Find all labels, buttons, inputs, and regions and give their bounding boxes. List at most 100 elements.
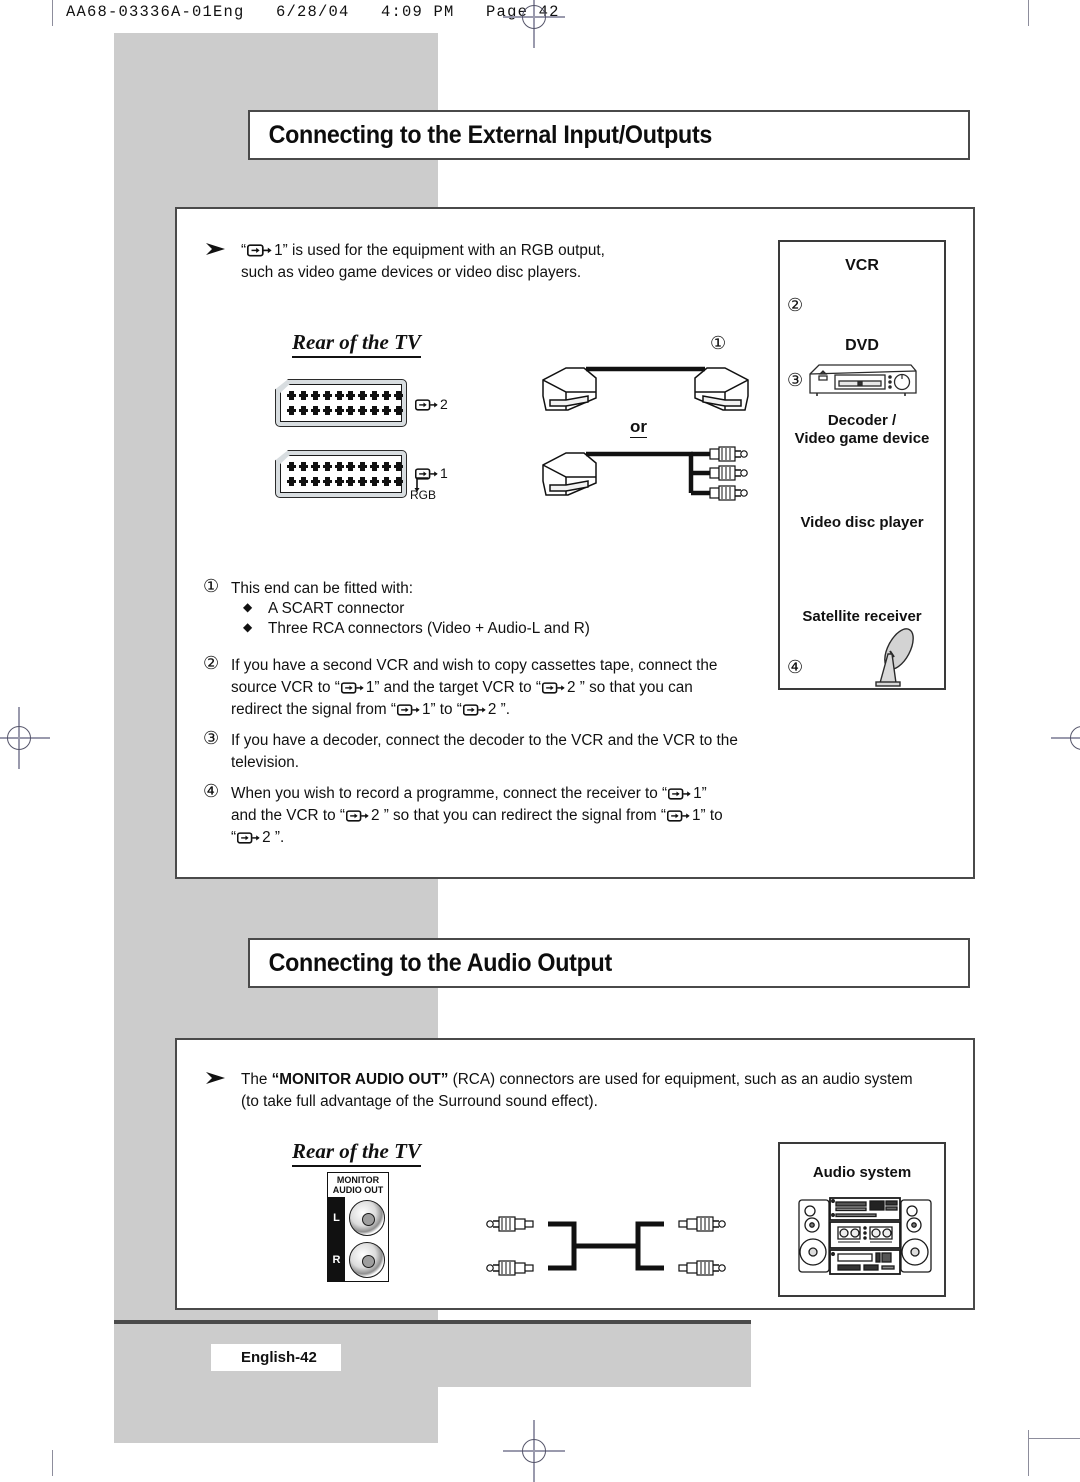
scart-pin xyxy=(287,406,296,415)
scart-pin xyxy=(370,477,380,486)
rear-of-tv-label-audio: Rear of the TV xyxy=(292,1139,421,1167)
registration-mark-bottom xyxy=(503,1420,565,1482)
bullet-arrow-icon-external xyxy=(205,241,227,261)
monitor-audio-out-panel: MONITOR AUDIO OUT L R xyxy=(327,1172,389,1282)
scart-pin xyxy=(370,391,380,400)
device-label-video-disc-player: Video disc player xyxy=(800,514,924,531)
section-title-audio-output: Connecting to the Audio Output xyxy=(248,938,970,988)
intro-line1-rest: 1” is used for the equipment with an RGB… xyxy=(274,242,605,259)
note-4-line-2-text-c: 1” to xyxy=(691,807,723,824)
rear-of-tv-label-external: Rear of the TV xyxy=(292,330,421,358)
scart-pin xyxy=(358,406,368,415)
scart-pin xyxy=(322,406,332,415)
scart-pin xyxy=(382,391,391,400)
monitor-audio-out-title: MONITOR AUDIO OUT xyxy=(328,1175,388,1195)
note-4-line-2-text: and the VCR to “ xyxy=(231,807,345,824)
dvd-player-icon xyxy=(809,364,917,396)
audio-intro-line2: (to take full advantage of the Surround … xyxy=(241,1093,598,1110)
scart-pin xyxy=(334,462,344,471)
device-marker-dvd: ③ xyxy=(787,370,804,390)
device-label-decoder: Decoder / xyxy=(827,412,897,429)
scart-pin xyxy=(358,462,368,471)
av-input-icon xyxy=(340,679,365,701)
scart-pin xyxy=(334,391,344,400)
rca-audio-cable-diagram xyxy=(486,1216,726,1276)
note-4-line-2-text-b: 2 ” so that you can redirect the signal … xyxy=(370,807,666,824)
sub-bullet-diamond-icon-2: ◆ xyxy=(243,620,253,634)
rgb-label: RGB xyxy=(410,488,437,502)
scart-pin xyxy=(334,406,344,415)
scart-label-number: 2 xyxy=(440,396,448,412)
device-marker-vcr: ② xyxy=(787,295,804,315)
note-1-sub-bullet-1: A SCART connector xyxy=(268,600,405,617)
reg-circle xyxy=(7,726,31,750)
note-2-line-2: source VCR to “ 1” and the target VCR to … xyxy=(231,677,693,701)
crop-line-top-left xyxy=(52,0,54,26)
note-2-line-3-text: redirect the signal from “ xyxy=(231,701,396,718)
intro-line2-external: such as video game devices or video disc… xyxy=(241,264,582,281)
note-3-line-1: If you have a decoder, connect the decod… xyxy=(231,732,738,749)
bullet-arrow-icon-audio xyxy=(205,1070,227,1090)
device-list-box-audio: Audio system xyxy=(778,1142,946,1297)
note-marker-2: ② xyxy=(203,653,220,673)
scart-socket-av2 xyxy=(275,379,407,427)
scart-pin xyxy=(358,477,368,486)
scart-pin xyxy=(370,406,380,415)
sub-bullet-diamond-icon-1: ◆ xyxy=(243,600,253,614)
section-title-external-io: Connecting to the External Input/Outputs xyxy=(248,110,970,160)
av-input-icon xyxy=(247,242,273,264)
scart-pin xyxy=(393,477,403,486)
scart-socket-av1 xyxy=(275,450,407,498)
note-marker-4: ④ xyxy=(203,781,220,801)
scart-pin xyxy=(346,477,356,486)
scart-label-number: 1 xyxy=(440,465,448,481)
intro-line1-external: “ 1” is used for the equipment with an R… xyxy=(241,240,605,264)
scart-socket-cavity xyxy=(280,384,402,422)
scart-pin xyxy=(393,391,403,400)
note-marker-3: ③ xyxy=(203,728,220,748)
scart-to-scart-cable-diagram xyxy=(542,366,749,411)
scart-pin xyxy=(310,406,320,415)
registration-mark-top xyxy=(503,0,565,48)
intro-quote-open: “ xyxy=(241,242,247,259)
scart-pin-row-bottom xyxy=(287,406,403,415)
scart-pin xyxy=(298,477,308,486)
section-title-text: Connecting to the Audio Output xyxy=(268,948,613,977)
page-number-label: English-42 xyxy=(211,1344,341,1371)
scart-pin xyxy=(287,477,296,486)
scart-pin xyxy=(334,477,344,486)
note-4-line-3: “ 2 ”. xyxy=(231,827,284,851)
scart-label-av2: 2 xyxy=(414,393,448,418)
scart-pin xyxy=(393,462,403,471)
callout-marker-one: ① xyxy=(710,333,727,353)
note-marker-1: ① xyxy=(203,576,220,596)
reg-circle xyxy=(522,1439,546,1463)
registration-mark-left xyxy=(0,707,50,769)
device-label-video-game-device: Video game device xyxy=(794,430,930,447)
av-input-icon xyxy=(462,701,487,723)
scart-pin xyxy=(287,462,296,471)
scart-pin xyxy=(298,391,308,400)
device-label-satellite-receiver: Satellite receiver xyxy=(802,608,922,625)
note-1-line-1: This end can be fitted with: xyxy=(231,580,413,597)
note-4-line-1-text-b: 1” xyxy=(693,785,707,802)
scart-pin xyxy=(370,462,380,471)
device-label-dvd: DVD xyxy=(845,337,879,354)
av-input-icon xyxy=(237,829,261,851)
reg-circle xyxy=(522,5,546,29)
or-separator-label: or xyxy=(630,417,647,438)
rca-jack-left xyxy=(349,1200,385,1236)
scart-pin xyxy=(393,406,403,415)
panel-title-line-2: AUDIO OUT xyxy=(332,1185,384,1195)
note-2-line-3-text-b: 1” to “ xyxy=(421,701,462,718)
scart-pin xyxy=(346,406,356,415)
note-2-line-2-text-b: 1” and the target VCR to “ xyxy=(365,679,541,696)
jack-channel-label-right: R xyxy=(328,1239,345,1281)
note-2-line-2-text: source VCR to “ xyxy=(231,679,340,696)
crop-line-right-edge xyxy=(1028,1438,1080,1440)
scart-pin xyxy=(346,462,356,471)
av-input-icon xyxy=(345,807,370,829)
scart-pin xyxy=(322,391,332,400)
reg-circle xyxy=(1070,726,1080,750)
scart-pin xyxy=(322,477,332,486)
